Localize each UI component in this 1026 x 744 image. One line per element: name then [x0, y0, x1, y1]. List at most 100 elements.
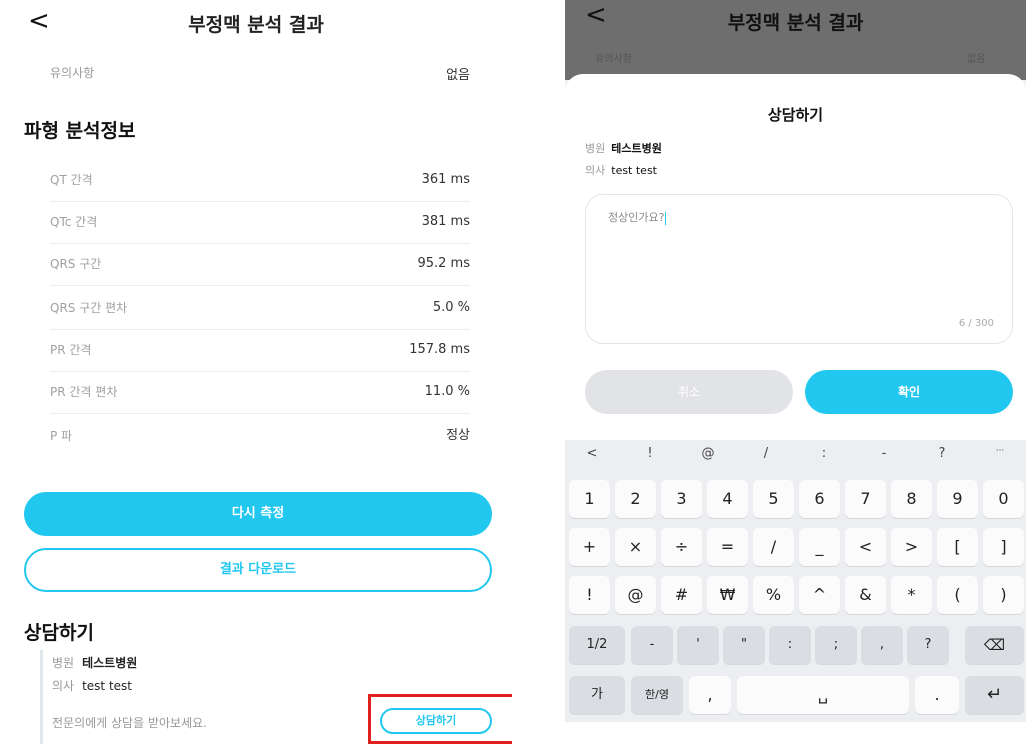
key[interactable]: % [753, 576, 794, 614]
waveform-value: 95.2 ms [417, 256, 470, 271]
key[interactable]: < [845, 528, 886, 566]
doctor-line: 의사 test test [585, 162, 657, 178]
consult-button[interactable]: 상담하기 [380, 708, 492, 734]
text-cursor [665, 211, 667, 225]
korean-mode-key[interactable]: 가 [569, 676, 625, 714]
remeasure-button[interactable]: 다시 측정 [24, 492, 492, 536]
note-label: 유의사항 [50, 66, 95, 80]
key[interactable]: ÷ [661, 528, 702, 566]
key[interactable]: ₩ [707, 576, 748, 614]
waveform-row-qt: QT 간격 361 ms [50, 158, 470, 202]
consult-divider [40, 650, 43, 744]
key[interactable]: # [661, 576, 702, 614]
waveform-row-pr: PR 간격 157.8 ms [50, 328, 470, 372]
waveform-value: 157.8 ms [409, 342, 470, 357]
page-toggle-key[interactable]: 1/2 [569, 626, 625, 664]
waveform-label: QTc 간격 [50, 215, 98, 229]
keyboard-row-symbols: ! @ # ₩ % ^ & * ( ) [569, 576, 1024, 616]
hospital-line: 병원 테스트병원 [585, 140, 662, 156]
waveform-section-title: 파형 분석정보 [24, 120, 136, 142]
page-title: 부정맥 분석 결과 [727, 12, 864, 34]
message-textarea[interactable]: 정상인가요? 6 / 300 [585, 194, 1013, 344]
symbol-key[interactable]: < [577, 446, 607, 461]
doctor-value: test test [82, 679, 132, 693]
keyboard: < ! @ / : - ? ··· 1 2 3 4 5 6 7 8 9 0 + … [565, 440, 1026, 722]
cancel-button[interactable]: 취소 [585, 370, 793, 414]
key[interactable]: 1 [569, 480, 610, 518]
waveform-row-pr-deviation: PR 간격 편차 11.0 % [50, 370, 470, 414]
key[interactable]: - [631, 626, 673, 664]
key[interactable]: 8 [891, 480, 932, 518]
waveform-label: QRS 구간 편차 [50, 301, 128, 315]
consult-section-title: 상담하기 [24, 622, 94, 644]
key[interactable]: > [891, 528, 932, 566]
waveform-row-p-wave: P 파 정상 [50, 414, 470, 458]
key[interactable]: ' [677, 626, 719, 664]
language-toggle-key[interactable]: 한/영 [631, 676, 683, 714]
symbol-key[interactable]: : [809, 446, 839, 461]
backspace-icon[interactable]: ⌫ [965, 626, 1024, 664]
key[interactable]: ! [569, 576, 610, 614]
waveform-label: PR 간격 [50, 343, 92, 357]
key[interactable]: ? [907, 626, 949, 664]
waveform-label: PR 간격 편차 [50, 385, 118, 399]
waveform-row-qtc: QTc 간격 381 ms [50, 200, 470, 244]
key[interactable]: ] [983, 528, 1024, 566]
enter-icon[interactable]: ↵ [965, 676, 1024, 714]
hospital-label: 병원 [585, 142, 606, 155]
period-key[interactable]: . [915, 676, 959, 714]
more-symbols-key[interactable]: ··· [985, 446, 1015, 456]
key[interactable]: 3 [661, 480, 702, 518]
symbol-key[interactable]: - [869, 446, 899, 461]
key[interactable]: = [707, 528, 748, 566]
hospital-line: 병원 테스트병원 [52, 654, 137, 671]
key[interactable]: ; [815, 626, 857, 664]
hospital-value: 테스트병원 [82, 656, 138, 670]
key[interactable]: : [769, 626, 811, 664]
symbol-key[interactable]: ! [635, 446, 665, 461]
confirm-button[interactable]: 확인 [805, 370, 1013, 414]
page-title: 부정맥 분석 결과 [188, 14, 324, 36]
key[interactable]: , [861, 626, 903, 664]
key[interactable]: @ [615, 576, 656, 614]
key[interactable]: ( [937, 576, 978, 614]
key[interactable]: ^ [799, 576, 840, 614]
waveform-row-qrs-deviation: QRS 구간 편차 5.0 % [50, 286, 470, 330]
dimmed-note-value: 없음 [967, 54, 986, 65]
key[interactable]: 7 [845, 480, 886, 518]
key[interactable]: / [753, 528, 794, 566]
key[interactable]: 4 [707, 480, 748, 518]
download-result-button[interactable]: 결과 다운로드 [24, 548, 492, 592]
waveform-value: 381 ms [421, 214, 470, 229]
message-text: 정상인가요? [608, 209, 667, 225]
key[interactable]: + [569, 528, 610, 566]
consult-bottom-sheet: 상담하기 병원 테스트병원 의사 test test 정상인가요? 6 / 300 … [565, 74, 1026, 440]
key[interactable]: 9 [937, 480, 978, 518]
key[interactable]: × [615, 528, 656, 566]
waveform-value: 5.0 % [432, 300, 470, 315]
key[interactable]: 6 [799, 480, 840, 518]
symbol-key[interactable]: @ [693, 446, 723, 461]
dimmed-background: < 부정맥 분석 결과 유의사항 없음 [565, 0, 1026, 80]
hospital-label: 병원 [52, 656, 75, 670]
waveform-label: QT 간격 [50, 173, 93, 187]
doctor-label: 의사 [585, 164, 606, 177]
dimmed-note-label: 유의사항 [595, 54, 632, 65]
hospital-value: 테스트병원 [611, 142, 662, 155]
key[interactable]: _ [799, 528, 840, 566]
key[interactable]: " [723, 626, 765, 664]
key[interactable]: & [845, 576, 886, 614]
key[interactable]: ) [983, 576, 1024, 614]
symbol-key[interactable]: / [751, 446, 781, 461]
key[interactable]: 5 [753, 480, 794, 518]
keyboard-row-bottom: 가 한/영 , ␣ . ↵ [569, 676, 1024, 716]
key[interactable]: [ [937, 528, 978, 566]
key[interactable]: 2 [615, 480, 656, 518]
key[interactable]: 0 [983, 480, 1024, 518]
key[interactable]: * [891, 576, 932, 614]
symbol-key[interactable]: ? [927, 446, 957, 461]
space-key[interactable]: ␣ [737, 676, 909, 714]
comma-key[interactable]: , [689, 676, 731, 714]
waveform-value: 11.0 % [424, 384, 470, 399]
doctor-label: 의사 [52, 679, 75, 693]
